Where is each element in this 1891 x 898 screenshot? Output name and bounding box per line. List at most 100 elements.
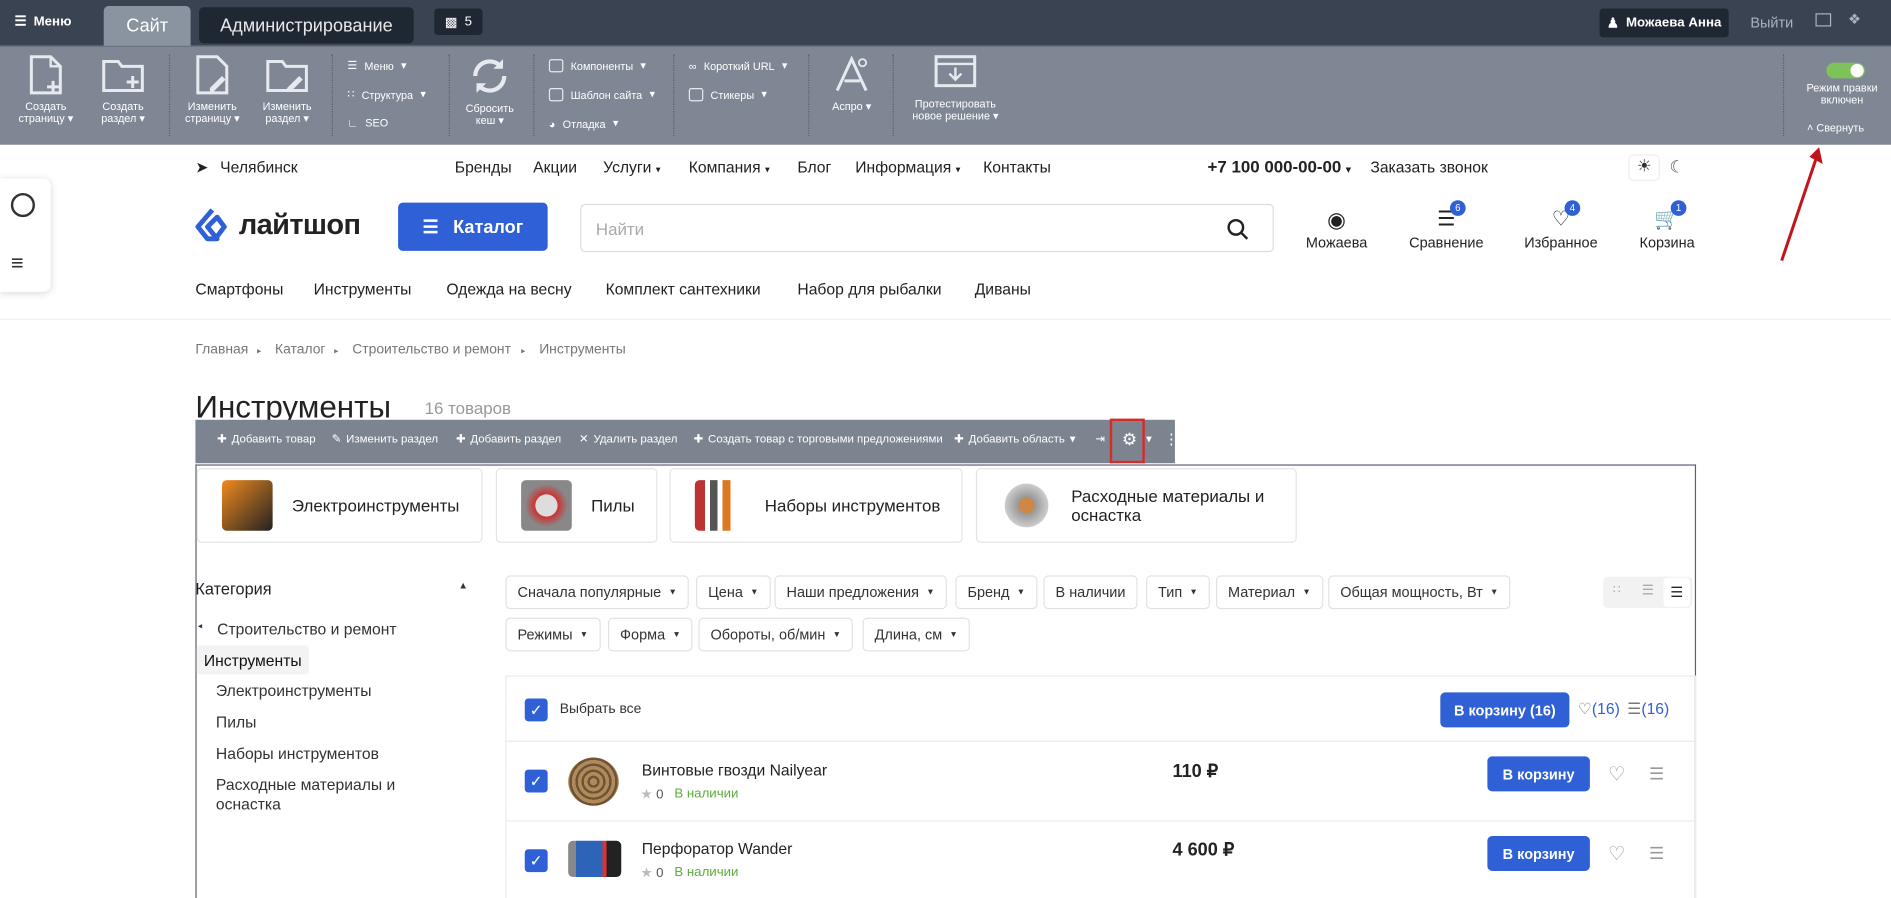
user-button[interactable]: ♟ Можаева Анна <box>1599 8 1729 38</box>
menu-item[interactable]: ☰ Меню ▾ <box>347 59 406 72</box>
structure-item[interactable]: ∷ Структура ▾ <box>347 88 425 101</box>
product-checkbox[interactable]: ✓ <box>524 849 548 873</box>
filter-power[interactable]: Общая мощность, Вт ▼ <box>1328 575 1511 610</box>
account-link[interactable]: ◉ Можаева <box>1300 207 1372 250</box>
theme-circle-icon[interactable] <box>10 193 35 218</box>
product-name[interactable]: Перфоратор Wander <box>642 840 793 858</box>
notifications-button[interactable]: ▩ 5 <box>434 8 483 35</box>
search-input[interactable]: Найти <box>580 203 1274 253</box>
category-heading[interactable]: Категория <box>195 580 271 598</box>
sidebar-child[interactable]: Электроинструменты <box>216 682 372 700</box>
phone-number[interactable]: +7 100 000-00-00 ▾ <box>1208 157 1351 176</box>
logout-link[interactable]: Выйти <box>1750 14 1793 31</box>
admin-menu-button[interactable]: ☰ Меню <box>14 13 71 29</box>
nav-contacts[interactable]: Контакты <box>983 158 1051 176</box>
delete-section-button[interactable]: ✕ Удалить раздел <box>579 433 677 446</box>
edit-section-button[interactable]: Изменить раздел ▾ <box>256 54 319 124</box>
filter-rpm[interactable]: Обороты, об/мин ▼ <box>698 617 854 652</box>
tile-view-icon[interactable]: ∷ <box>1613 584 1621 597</box>
moon-icon[interactable]: ☾ <box>1670 157 1685 178</box>
tab-administration[interactable]: Администрирование <box>199 7 414 44</box>
sun-icon[interactable]: ☀ <box>1628 154 1660 181</box>
add-to-cart-button[interactable]: В корзину <box>1487 756 1590 792</box>
components-item[interactable]: Компоненты ▾ <box>548 59 646 73</box>
compare-icon[interactable]: ☰ <box>1649 764 1664 785</box>
nav-company[interactable]: Компания ▾ <box>689 158 770 176</box>
edit-section-action[interactable]: ✎ Изменить раздел <box>332 433 438 446</box>
filter-brand[interactable]: Бренд ▼ <box>955 575 1038 610</box>
filter-modes[interactable]: Режимы ▼ <box>505 617 601 652</box>
subsection-card-tool-sets[interactable]: Наборы инструментов <box>669 468 963 543</box>
sidebar-child[interactable]: Расходные материалы и оснастка <box>216 776 439 815</box>
subsection-card-power-tools[interactable]: Электроинструменты <box>196 468 483 543</box>
table-view-icon[interactable]: ☰ <box>1663 577 1691 607</box>
favorites-link[interactable]: ♡ 4 Избранное <box>1519 200 1603 251</box>
breadcrumb-catalog[interactable]: Каталог <box>275 343 325 357</box>
filter-length[interactable]: Длина, см ▼ <box>862 617 970 652</box>
stickers-item[interactable]: Стикеры ▾ <box>688 88 767 102</box>
filter-material[interactable]: Материал ▼ <box>1215 575 1323 610</box>
reset-cache-button[interactable]: Сбросить кеш ▾ <box>461 54 519 127</box>
settings-sliders-icon[interactable]: ≡ <box>11 251 24 276</box>
callback-link[interactable]: Заказать звонок <box>1370 158 1488 176</box>
edit-mode-toggle[interactable] <box>1826 62 1865 79</box>
pin-icon[interactable]: ❖ <box>1848 11 1861 28</box>
quick-link-sofas[interactable]: Диваны <box>975 280 1031 298</box>
product-checkbox[interactable]: ✓ <box>524 769 548 793</box>
breadcrumb-construction[interactable]: Строительство и ремонт <box>352 343 511 357</box>
compare-link[interactable]: ☰ 6 Сравнение <box>1404 200 1488 251</box>
filter-in-stock[interactable]: В наличии <box>1043 575 1138 610</box>
add-to-cart-button[interactable]: В корзину <box>1487 835 1590 871</box>
add-section-button[interactable]: ✚ Добавить раздел <box>456 433 561 446</box>
debug-item[interactable]: ◕ Отладка ▾ <box>549 117 618 130</box>
nav-info[interactable]: Информация ▾ <box>855 158 960 176</box>
subsection-card-saws[interactable]: Пилы <box>495 468 658 543</box>
product-name[interactable]: Винтовые гвозди Nailyear <box>642 761 827 779</box>
create-section-button[interactable]: Создать раздел ▾ <box>94 54 152 124</box>
add-product-button[interactable]: ✚ Добавить товар <box>217 433 315 446</box>
product-image[interactable] <box>568 757 619 806</box>
sidebar-parent[interactable]: Строительство и ремонт <box>217 620 396 638</box>
quick-link-smartphones[interactable]: Смартфоны <box>195 280 283 298</box>
compare-all-button[interactable]: ☰(16) <box>1627 700 1669 719</box>
drag-handle-icon[interactable]: ⋮ <box>1164 431 1178 448</box>
filter-shape[interactable]: Форма ▼ <box>607 617 693 652</box>
quick-link-spring-clothes[interactable]: Одежда на весну <box>446 280 571 298</box>
create-offer-product-button[interactable]: ✚ Создать товар с торговыми предложениями <box>694 433 943 446</box>
product-image[interactable] <box>568 840 622 877</box>
compare-icon[interactable]: ☰ <box>1649 843 1664 864</box>
logo[interactable]: лайтшоп <box>195 207 361 243</box>
filter-price[interactable]: Цена ▼ <box>696 575 771 610</box>
sort-dropdown[interactable]: Сначала популярные ▼ <box>505 575 689 610</box>
quick-link-fishing[interactable]: Набор для рыбалки <box>797 280 941 298</box>
add-all-to-cart-button[interactable]: В корзину (16) <box>1440 692 1570 728</box>
seo-item[interactable]: ∟ SEO <box>347 117 388 129</box>
select-all-checkbox[interactable]: ✓ <box>524 698 548 722</box>
nav-blog[interactable]: Блог <box>797 158 831 176</box>
create-page-button[interactable]: Создать страницу ▾ <box>17 54 75 124</box>
pin-toolbar-icon[interactable]: ⇥ <box>1095 433 1105 446</box>
city-selector[interactable]: ➤ Челябинск <box>195 158 297 177</box>
sidebar-child[interactable]: Наборы инструментов <box>216 744 379 762</box>
favorite-all-button[interactable]: ♡(16) <box>1578 700 1620 719</box>
short-url-item[interactable]: ∞ Короткий URL ▾ <box>689 59 787 72</box>
tab-site[interactable]: Сайт <box>103 6 191 46</box>
sidebar-child[interactable]: Пилы <box>216 713 256 731</box>
breadcrumb-home[interactable]: Главная <box>195 343 248 357</box>
list-view-icon[interactable]: ☰ <box>1642 583 1654 598</box>
filter-type[interactable]: Тип ▼ <box>1145 575 1210 610</box>
test-solution-button[interactable]: Протестировать новое решение ▾ <box>907 54 1004 122</box>
heart-icon[interactable]: ♡ <box>1608 842 1625 866</box>
gear-dropdown-icon[interactable]: ▾ <box>1146 433 1152 446</box>
sidebar-current[interactable]: Инструменты <box>196 645 309 675</box>
catalog-button[interactable]: ☰ Каталог <box>398 202 548 251</box>
cart-link[interactable]: 🛒 1 Корзина <box>1633 200 1701 251</box>
aspro-button[interactable]: Аспро ▾ <box>825 54 878 112</box>
window-icon[interactable] <box>1815 13 1832 27</box>
edit-page-button[interactable]: Изменить страницу ▾ <box>181 54 244 124</box>
heart-icon[interactable]: ♡ <box>1608 762 1625 786</box>
nav-sales[interactable]: Акции <box>533 158 577 176</box>
nav-services[interactable]: Услуги ▾ <box>603 158 660 176</box>
collapse-link[interactable]: ˄ Свернуть <box>1807 122 1864 134</box>
nav-brands[interactable]: Бренды <box>455 158 512 176</box>
